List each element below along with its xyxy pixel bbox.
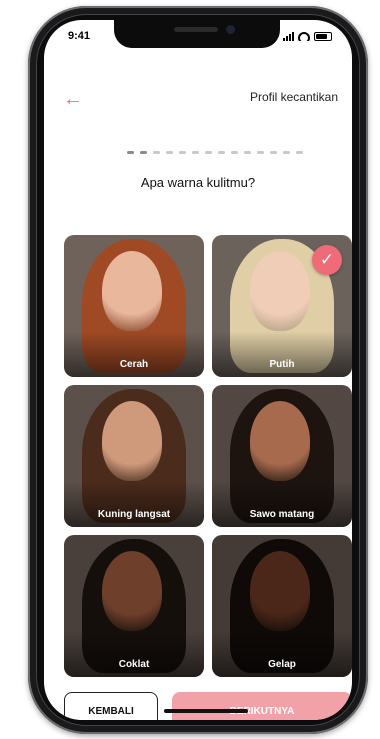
home-indicator [164,709,248,713]
skin-tone-label: Putih [269,359,295,370]
progress-step [127,150,134,154]
wifi-icon [298,31,310,41]
speaker [174,27,218,32]
progress-step [205,150,212,154]
status-time: 9:41 [68,30,91,42]
signal-icon [283,31,294,41]
skin-tone-label: Sawo matang [249,509,315,520]
step-progress [120,150,310,154]
question-text: Apa warna kulitmu? [140,175,256,190]
progress-step [257,150,264,154]
progress-step [153,150,160,154]
back-arrow-icon[interactable]: ← [62,88,84,110]
skin-tone-card[interactable]: Coklat [64,535,204,677]
skin-tone-card[interactable]: Putih ✓ [212,235,352,377]
progress-step [179,150,186,154]
progress-step [140,150,147,154]
battery-icon [314,31,332,41]
progress-step [231,150,238,154]
skin-tone-options: Cerah Putih ✓ Kuning langsat Sawo matang Cokl… [64,235,352,677]
skin-tone-card[interactable]: Cerah [64,235,204,377]
status-icons [283,30,332,42]
progress-step [270,150,277,154]
progress-step [192,150,199,154]
notch [114,20,280,48]
skin-tone-label: Coklat [118,659,150,670]
app-screen: 9:41 ← Profil kecantikan Apa warna kulit… [44,20,352,720]
skin-tone-card[interactable]: Kuning langsat [64,385,204,527]
skin-tone-label: Cerah [119,359,149,370]
progress-step [218,150,225,154]
skin-tone-label: Kuning langsat [97,509,171,520]
progress-step [296,150,303,154]
front-camera [226,25,235,34]
back-button[interactable]: KEMBALI [64,692,158,720]
progress-step [244,150,251,154]
skin-tone-card[interactable]: Sawo matang [212,385,352,527]
next-button[interactable]: BERIKUTNYA [172,692,352,720]
progress-step [283,150,290,154]
checkmark-icon: ✓ [312,245,342,275]
skin-tone-card[interactable]: Gelap [212,535,352,677]
progress-step [166,150,173,154]
page-title: Profil kecantikan [249,90,338,104]
skin-tone-label: Gelap [268,659,296,670]
